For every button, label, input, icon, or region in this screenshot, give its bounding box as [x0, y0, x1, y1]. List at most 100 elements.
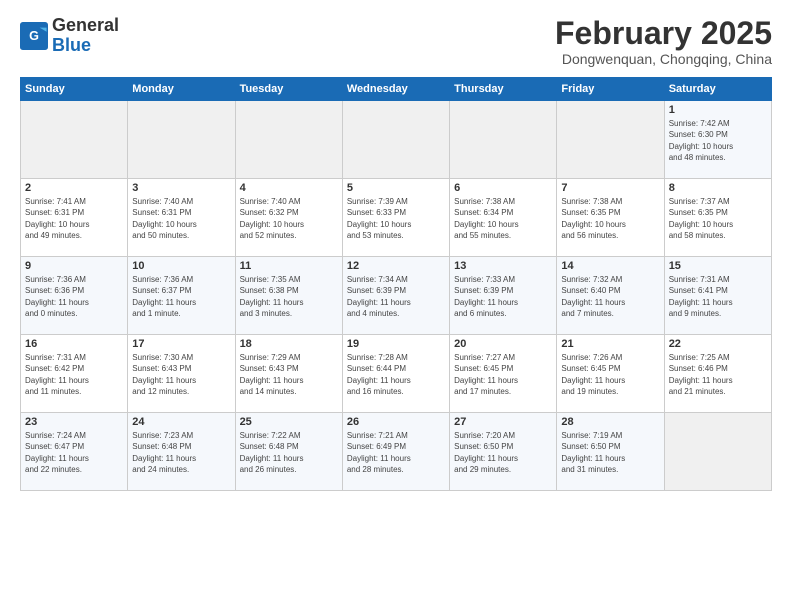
weekday-header: Saturday [664, 78, 771, 101]
calendar-cell: 17 Sunrise: 7:30 AM Sunset: 6:43 PM Dayli… [128, 335, 235, 413]
logo-general: General [52, 15, 119, 35]
calendar-cell: 16 Sunrise: 7:31 AM Sunset: 6:42 PM Dayli… [21, 335, 128, 413]
weekday-header-row: SundayMondayTuesdayWednesdayThursdayFrid… [21, 78, 772, 101]
day-info: Sunrise: 7:38 AM Sunset: 6:35 PM Dayligh… [561, 196, 659, 241]
day-number: 17 [132, 338, 230, 350]
logo: G General Blue [20, 16, 119, 56]
weekday-header: Thursday [450, 78, 557, 101]
day-number: 23 [25, 416, 123, 428]
weekday-header: Monday [128, 78, 235, 101]
day-number: 10 [132, 260, 230, 272]
day-info: Sunrise: 7:31 AM Sunset: 6:42 PM Dayligh… [25, 352, 123, 397]
calendar-page: G General Blue February 2025 Dongwenquan… [0, 0, 792, 612]
day-number: 20 [454, 338, 552, 350]
day-info: Sunrise: 7:39 AM Sunset: 6:33 PM Dayligh… [347, 196, 445, 241]
day-info: Sunrise: 7:21 AM Sunset: 6:49 PM Dayligh… [347, 430, 445, 475]
calendar-tbody: 1 Sunrise: 7:42 AM Sunset: 6:30 PM Daylig… [21, 101, 772, 491]
calendar-table: SundayMondayTuesdayWednesdayThursdayFrid… [20, 77, 772, 491]
logo-icon: G [20, 22, 48, 50]
day-info: Sunrise: 7:40 AM Sunset: 6:32 PM Dayligh… [240, 196, 338, 241]
weekday-header: Friday [557, 78, 664, 101]
calendar-cell: 4 Sunrise: 7:40 AM Sunset: 6:32 PM Daylig… [235, 179, 342, 257]
calendar-cell [21, 101, 128, 179]
calendar-cell: 28Sunrise: 7:19 AM Sunset: 6:50 PM Dayli… [557, 413, 664, 491]
calendar-week-row: 1 Sunrise: 7:42 AM Sunset: 6:30 PM Daylig… [21, 101, 772, 179]
calendar-cell: 26 Sunrise: 7:21 AM Sunset: 6:49 PM Dayli… [342, 413, 449, 491]
day-info: Sunrise: 7:36 AM Sunset: 6:36 PM Dayligh… [25, 274, 123, 319]
day-info: Sunrise: 7:33 AM Sunset: 6:39 PM Dayligh… [454, 274, 552, 319]
day-info: Sunrise: 7:40 AM Sunset: 6:31 PM Dayligh… [132, 196, 230, 241]
calendar-week-row: 2 Sunrise: 7:41 AM Sunset: 6:31 PM Daylig… [21, 179, 772, 257]
calendar-cell [235, 101, 342, 179]
day-number: 5 [347, 182, 445, 194]
day-info: Sunrise: 7:30 AM Sunset: 6:43 PM Dayligh… [132, 352, 230, 397]
calendar-cell: 22Sunrise: 7:25 AM Sunset: 6:46 PM Dayli… [664, 335, 771, 413]
calendar-cell: 24Sunrise: 7:23 AM Sunset: 6:48 PM Dayli… [128, 413, 235, 491]
calendar-cell: 8Sunrise: 7:37 AM Sunset: 6:35 PM Daylig… [664, 179, 771, 257]
calendar-cell: 15 Sunrise: 7:31 AM Sunset: 6:41 PM Dayli… [664, 257, 771, 335]
day-info: Sunrise: 7:36 AM Sunset: 6:37 PM Dayligh… [132, 274, 230, 319]
calendar-cell: 23 Sunrise: 7:24 AM Sunset: 6:47 PM Dayli… [21, 413, 128, 491]
day-info: Sunrise: 7:25 AM Sunset: 6:46 PM Dayligh… [669, 352, 767, 397]
day-number: 1 [669, 104, 767, 116]
day-info: Sunrise: 7:24 AM Sunset: 6:47 PM Dayligh… [25, 430, 123, 475]
calendar-cell: 14Sunrise: 7:32 AM Sunset: 6:40 PM Dayli… [557, 257, 664, 335]
calendar-cell: 27 Sunrise: 7:20 AM Sunset: 6:50 PM Dayli… [450, 413, 557, 491]
day-number: 2 [25, 182, 123, 194]
calendar-cell: 9 Sunrise: 7:36 AM Sunset: 6:36 PM Daylig… [21, 257, 128, 335]
day-number: 7 [561, 182, 659, 194]
calendar-cell: 6Sunrise: 7:38 AM Sunset: 6:34 PM Daylig… [450, 179, 557, 257]
calendar-cell [128, 101, 235, 179]
day-info: Sunrise: 7:28 AM Sunset: 6:44 PM Dayligh… [347, 352, 445, 397]
calendar-cell: 13 Sunrise: 7:33 AM Sunset: 6:39 PM Dayli… [450, 257, 557, 335]
day-info: Sunrise: 7:34 AM Sunset: 6:39 PM Dayligh… [347, 274, 445, 319]
logo-blue: Blue [52, 35, 91, 55]
day-info: Sunrise: 7:41 AM Sunset: 6:31 PM Dayligh… [25, 196, 123, 241]
day-number: 16 [25, 338, 123, 350]
calendar-cell [342, 101, 449, 179]
day-number: 18 [240, 338, 338, 350]
calendar-cell: 20 Sunrise: 7:27 AM Sunset: 6:45 PM Dayli… [450, 335, 557, 413]
calendar-cell [557, 101, 664, 179]
logo-text: General Blue [52, 16, 119, 56]
day-info: Sunrise: 7:22 AM Sunset: 6:48 PM Dayligh… [240, 430, 338, 475]
calendar-cell: 3 Sunrise: 7:40 AM Sunset: 6:31 PM Daylig… [128, 179, 235, 257]
day-info: Sunrise: 7:19 AM Sunset: 6:50 PM Dayligh… [561, 430, 659, 475]
calendar-cell [664, 413, 771, 491]
day-number: 27 [454, 416, 552, 428]
title-block: February 2025 Dongwenquan, Chongqing, Ch… [555, 16, 772, 67]
day-number: 25 [240, 416, 338, 428]
calendar-cell: 1 Sunrise: 7:42 AM Sunset: 6:30 PM Daylig… [664, 101, 771, 179]
day-number: 13 [454, 260, 552, 272]
calendar-week-row: 16 Sunrise: 7:31 AM Sunset: 6:42 PM Dayli… [21, 335, 772, 413]
calendar-header: G General Blue February 2025 Dongwenquan… [20, 16, 772, 67]
day-number: 21 [561, 338, 659, 350]
calendar-cell: 18Sunrise: 7:29 AM Sunset: 6:43 PM Dayli… [235, 335, 342, 413]
day-info: Sunrise: 7:35 AM Sunset: 6:38 PM Dayligh… [240, 274, 338, 319]
calendar-thead: SundayMondayTuesdayWednesdayThursdayFrid… [21, 78, 772, 101]
weekday-header: Sunday [21, 78, 128, 101]
calendar-cell: 2 Sunrise: 7:41 AM Sunset: 6:31 PM Daylig… [21, 179, 128, 257]
day-number: 12 [347, 260, 445, 272]
calendar-cell: 25 Sunrise: 7:22 AM Sunset: 6:48 PM Dayli… [235, 413, 342, 491]
day-info: Sunrise: 7:20 AM Sunset: 6:50 PM Dayligh… [454, 430, 552, 475]
day-number: 8 [669, 182, 767, 194]
weekday-header: Wednesday [342, 78, 449, 101]
day-number: 14 [561, 260, 659, 272]
day-info: Sunrise: 7:31 AM Sunset: 6:41 PM Dayligh… [669, 274, 767, 319]
day-number: 26 [347, 416, 445, 428]
day-number: 3 [132, 182, 230, 194]
calendar-cell: 21Sunrise: 7:26 AM Sunset: 6:45 PM Dayli… [557, 335, 664, 413]
day-number: 11 [240, 260, 338, 272]
calendar-cell: 11 Sunrise: 7:35 AM Sunset: 6:38 PM Dayli… [235, 257, 342, 335]
calendar-cell: 10 Sunrise: 7:36 AM Sunset: 6:37 PM Dayli… [128, 257, 235, 335]
svg-text:G: G [29, 29, 39, 43]
day-number: 19 [347, 338, 445, 350]
day-number: 4 [240, 182, 338, 194]
day-info: Sunrise: 7:27 AM Sunset: 6:45 PM Dayligh… [454, 352, 552, 397]
weekday-header: Tuesday [235, 78, 342, 101]
day-number: 9 [25, 260, 123, 272]
calendar-week-row: 9 Sunrise: 7:36 AM Sunset: 6:36 PM Daylig… [21, 257, 772, 335]
day-number: 15 [669, 260, 767, 272]
day-info: Sunrise: 7:42 AM Sunset: 6:30 PM Dayligh… [669, 118, 767, 163]
